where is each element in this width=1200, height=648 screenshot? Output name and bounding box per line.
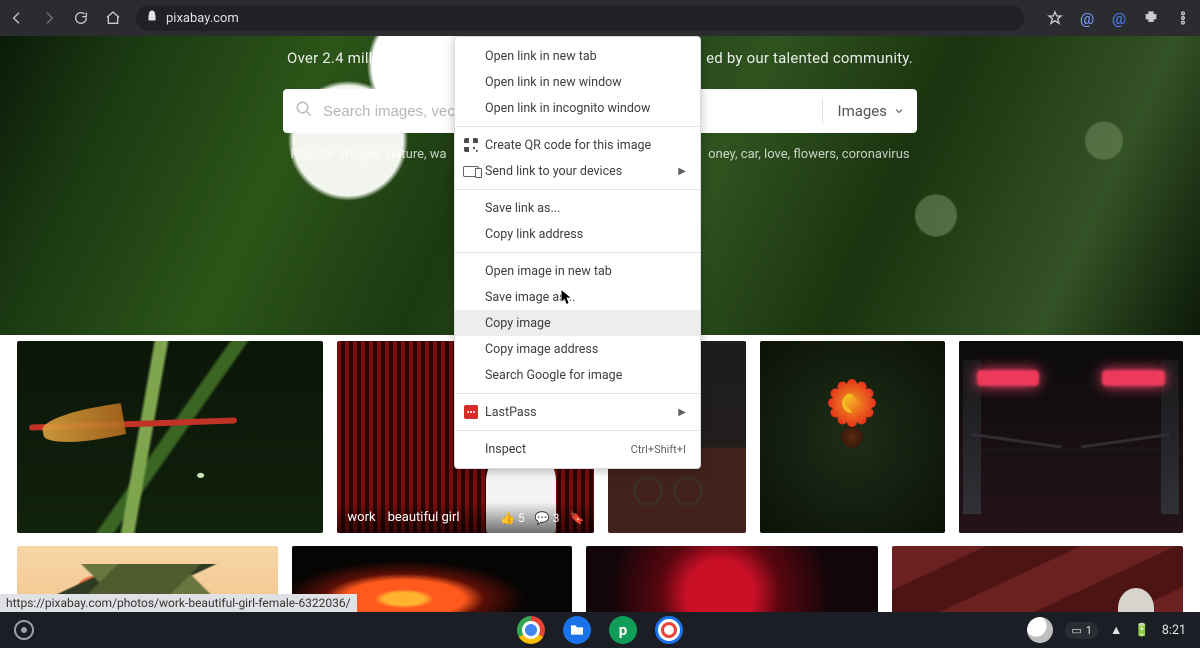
qr-icon xyxy=(463,137,479,153)
ctx-open-link-in-new-window[interactable]: Open link in new window xyxy=(455,69,700,95)
ctx-inspect[interactable]: InspectCtrl+Shift+I xyxy=(455,436,700,462)
thumb-dragonfly[interactable] xyxy=(17,341,323,533)
thumb-tag[interactable]: beautiful girl xyxy=(388,510,460,525)
at-icon[interactable]: @ xyxy=(1078,9,1096,27)
screenshot-app-icon[interactable] xyxy=(655,616,683,644)
ctx-copy-image-address[interactable]: Copy image address xyxy=(455,336,700,362)
ctx-open-link-in-incognito-window[interactable]: Open link in incognito window xyxy=(455,95,700,121)
search-type-dropdown[interactable]: Images xyxy=(822,98,905,124)
ctx-open-image-in-new-tab[interactable]: Open image in new tab xyxy=(455,258,700,284)
app-icon-green[interactable]: p xyxy=(609,616,637,644)
thumb-red-flower[interactable] xyxy=(586,546,878,612)
ctx-open-link-in-new-tab[interactable]: Open link in new tab xyxy=(455,43,700,69)
search-type-label: Images xyxy=(837,102,887,120)
submenu-arrow-icon: ▶ xyxy=(678,407,686,418)
tagline-left: Over 2.4 million+ high q xyxy=(287,49,448,67)
ctx-copy-link-address[interactable]: Copy link address xyxy=(455,221,700,247)
thumb-stairs[interactable] xyxy=(959,341,1183,533)
page-content: Over 2.4 million+ high q ed by our talen… xyxy=(0,36,1200,612)
ctx-save-image-as[interactable]: Save image as... xyxy=(455,284,700,310)
status-bar-url: https://pixabay.com/photos/work-beautifu… xyxy=(0,594,357,612)
system-tray[interactable]: ▭ 1 ▲ 🔋 8:21 xyxy=(1027,617,1200,643)
thumb-flower[interactable] xyxy=(760,341,945,533)
thumb-roof-bird[interactable] xyxy=(892,546,1183,612)
like-count: 👍 5 xyxy=(500,511,525,525)
at-icon-2[interactable]: @ xyxy=(1110,9,1128,27)
files-app-icon[interactable] xyxy=(563,616,591,644)
tagline-right: ed by our talented community. xyxy=(706,49,913,67)
notification-badge[interactable]: ▭ 1 xyxy=(1065,622,1098,639)
submenu-arrow-icon: ▶ xyxy=(678,166,686,177)
ctx-search-google-for-image[interactable]: Search Google for image xyxy=(455,362,700,388)
browser-toolbar: pixabay.com @ @ xyxy=(0,0,1200,36)
thumb-tag[interactable]: work xyxy=(347,510,375,525)
back-icon[interactable] xyxy=(8,9,26,27)
tray-time: 8:21 xyxy=(1162,623,1186,638)
ctx-lastpass[interactable]: •••LastPass▶ xyxy=(455,399,700,425)
search-icon xyxy=(295,100,313,122)
reload-icon[interactable] xyxy=(72,9,90,27)
chromeos-shelf: p ▭ 1 ▲ 🔋 8:21 xyxy=(0,612,1200,648)
popular-left: Popular images: nature, wa xyxy=(290,147,446,162)
star-icon[interactable] xyxy=(1046,9,1064,27)
comment-count: 💬 3 xyxy=(535,511,560,525)
ctx-send-link-to-your-devices[interactable]: Send link to your devices▶ xyxy=(455,158,700,184)
home-icon[interactable] xyxy=(104,9,122,27)
chevron-down-icon xyxy=(893,105,905,117)
extensions-icon[interactable] xyxy=(1142,9,1160,27)
popular-right: oney, car, love, flowers, coronavirus xyxy=(708,147,909,162)
devices-icon xyxy=(463,163,479,179)
avatar-icon[interactable] xyxy=(1027,617,1053,643)
context-menu: Open link in new tabOpen link in new win… xyxy=(454,36,701,469)
thumb-overlay: work beautiful girl 👍 5 💬 3 🔖 xyxy=(337,502,594,533)
toolbar-right: @ @ xyxy=(1046,9,1192,27)
ctx-create-qr-code-for-this-image[interactable]: Create QR code for this image xyxy=(455,132,700,158)
launcher-icon[interactable] xyxy=(14,620,34,640)
ctx-copy-image[interactable]: Copy image xyxy=(455,310,700,336)
chrome-app-icon[interactable] xyxy=(517,616,545,644)
menu-icon[interactable] xyxy=(1174,9,1192,27)
lock-icon xyxy=(146,10,158,26)
shelf-apps: p xyxy=(517,616,683,644)
lastpass-icon: ••• xyxy=(463,404,479,420)
bookmark-icon[interactable]: 🔖 xyxy=(569,511,584,525)
wifi-icon: ▲ xyxy=(1110,623,1122,638)
omnibox[interactable]: pixabay.com xyxy=(136,5,1024,31)
omnibox-url: pixabay.com xyxy=(166,11,239,26)
battery-icon: 🔋 xyxy=(1134,623,1150,638)
forward-icon[interactable] xyxy=(40,9,58,27)
ctx-save-link-as[interactable]: Save link as... xyxy=(455,195,700,221)
